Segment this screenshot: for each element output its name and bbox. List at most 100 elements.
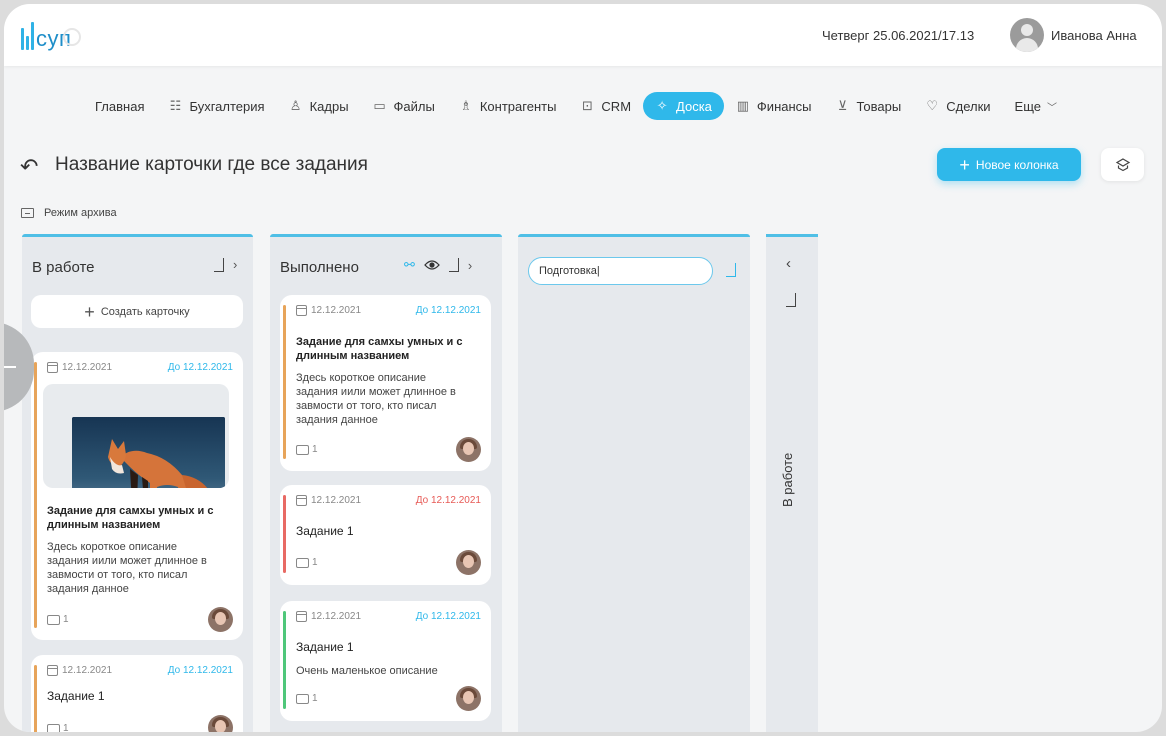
nav-item-files[interactable]: ▭ Файлы bbox=[361, 92, 447, 120]
comment-icon bbox=[47, 614, 60, 625]
priority-stripe bbox=[283, 305, 286, 459]
calendar-icon bbox=[296, 611, 307, 622]
card-due-date: До 12.12.2021 bbox=[415, 305, 481, 316]
nav-label: Бухгалтерия bbox=[189, 98, 265, 114]
nav-label: Доска bbox=[676, 98, 712, 114]
fox-photo bbox=[72, 417, 225, 488]
nav-item-accounting[interactable]: ☷ Бухгалтерия bbox=[156, 92, 276, 120]
nav-item-deals[interactable]: ♡ Сделки bbox=[913, 92, 1002, 120]
card-due-date: До 12.12.2021 bbox=[167, 665, 233, 676]
card-date: 12.12.2021 bbox=[296, 305, 361, 316]
card-comments[interactable]: 1 bbox=[296, 557, 318, 568]
column-collapsed[interactable]: ‹ В работе bbox=[766, 234, 818, 732]
card-description: Здесь короткое описание задания иили може… bbox=[47, 541, 207, 595]
crm-icon: ⊡ bbox=[581, 98, 593, 113]
column-in-progress: В работе › + Создать карточку 12.12.2021… bbox=[22, 234, 253, 732]
back-arrow-icon[interactable]: ↶ bbox=[20, 154, 38, 180]
column-name-input[interactable]: Подготовка| bbox=[528, 257, 713, 285]
card-comments[interactable]: 1 bbox=[296, 444, 318, 455]
chevron-down-icon: ﹀ bbox=[1047, 102, 1057, 114]
user-name[interactable]: Иванова Анна bbox=[1051, 28, 1137, 43]
column-tools: › bbox=[214, 257, 237, 272]
calendar-icon bbox=[296, 305, 307, 316]
card-comments[interactable]: 1 bbox=[47, 723, 69, 732]
person-icon: ♙ bbox=[289, 98, 302, 113]
task-card[interactable]: 12.12.2021 До 12.12.2021 Задание для сам… bbox=[31, 352, 243, 640]
create-card-button[interactable]: + Создать карточку bbox=[31, 295, 243, 328]
contractor-icon: ♗ bbox=[460, 98, 472, 113]
new-column-label: Новое колонка bbox=[975, 157, 1059, 172]
nav-label: Товары bbox=[856, 98, 902, 114]
archive-mode-toggle[interactable]: Режим архива bbox=[21, 207, 117, 219]
assignee-avatar[interactable] bbox=[208, 607, 233, 632]
nav-label: Финансы bbox=[756, 98, 812, 114]
column-done: Выполнено ⚯ › 12.12.2021 До 12.12.2021 З… bbox=[270, 234, 502, 732]
calendar-icon bbox=[296, 495, 307, 506]
archive-box-icon bbox=[21, 208, 34, 218]
priority-stripe bbox=[283, 495, 286, 573]
task-card[interactable]: 12.12.2021 До 12.12.2021 Задание 1 1 bbox=[280, 485, 491, 585]
top-bar: суп Четверг 25.06.2021/17.13 Иванова Анн… bbox=[4, 4, 1162, 66]
logo[interactable]: суп bbox=[21, 22, 82, 50]
card-date: 12.12.2021 bbox=[296, 495, 361, 506]
nav-item-home[interactable]: Главная bbox=[62, 92, 156, 120]
assignee-avatar[interactable] bbox=[456, 686, 481, 711]
nav-label: Файлы bbox=[393, 98, 435, 114]
card-date: 12.12.2021 bbox=[47, 665, 112, 676]
priority-stripe bbox=[34, 362, 37, 628]
pin-icon[interactable] bbox=[726, 263, 736, 277]
card-title: Задание 1 bbox=[47, 689, 105, 703]
nav-label: Контрагенты bbox=[479, 98, 557, 114]
link-icon[interactable]: ⚯ bbox=[404, 257, 415, 273]
column-title: В работе bbox=[32, 259, 95, 276]
ledger-icon: ☷ bbox=[169, 98, 182, 113]
card-comments[interactable]: 1 bbox=[47, 614, 69, 625]
card-image-frame bbox=[43, 384, 229, 488]
assignee-avatar[interactable] bbox=[208, 715, 233, 732]
task-card[interactable]: 12.12.2021 До 12.12.2021 Задание 1 Очень… bbox=[280, 601, 491, 721]
nav-item-staff[interactable]: ♙ Кадры bbox=[277, 92, 361, 120]
chevron-left-icon[interactable]: ‹ bbox=[786, 255, 791, 272]
nav-item-contractors[interactable]: ♗ Контрагенты bbox=[447, 92, 569, 120]
card-comments[interactable]: 1 bbox=[296, 693, 318, 704]
create-card-label: Создать карточку bbox=[100, 305, 190, 318]
card-date: 12.12.2021 bbox=[47, 362, 112, 373]
layers-icon bbox=[1115, 157, 1130, 171]
assignee-avatar[interactable] bbox=[456, 550, 481, 575]
user-avatar[interactable] bbox=[1010, 18, 1044, 52]
pin-icon: ✧ bbox=[656, 98, 668, 113]
card-due-date: До 12.12.2021 bbox=[415, 495, 481, 506]
pin-icon[interactable] bbox=[448, 258, 459, 272]
card-title: Задание 1 bbox=[296, 640, 354, 654]
card-description: Очень маленькое описание bbox=[296, 665, 438, 677]
new-column-button[interactable]: + Новое колонка bbox=[937, 148, 1081, 181]
nav-item-board[interactable]: ✧ Доска bbox=[643, 92, 724, 120]
plus-icon: + bbox=[959, 154, 970, 175]
task-card[interactable]: 12.12.2021 До 12.12.2021 Задание 1 1 bbox=[31, 655, 243, 732]
app-window: суп Четверг 25.06.2021/17.13 Иванова Анн… bbox=[4, 4, 1162, 732]
layers-button[interactable] bbox=[1101, 148, 1144, 181]
card-due-date: До 12.12.2021 bbox=[415, 611, 481, 622]
pin-icon[interactable] bbox=[786, 293, 796, 307]
nav-item-finance[interactable]: ▥ Финансы bbox=[724, 92, 824, 120]
nav-item-goods[interactable]: ⊻ Товары bbox=[824, 92, 914, 120]
assignee-avatar[interactable] bbox=[456, 437, 481, 462]
card-description: Здесь короткое описание задания иили може… bbox=[296, 372, 456, 426]
card-date: 12.12.2021 bbox=[296, 611, 361, 622]
plus-icon: + bbox=[84, 301, 95, 322]
nav-label: Еще bbox=[1014, 98, 1041, 114]
task-card[interactable]: 12.12.2021 До 12.12.2021 Задание для сам… bbox=[280, 295, 491, 471]
card-title: Задание для самхы умных и с длинным назва… bbox=[296, 336, 463, 362]
chevron-right-icon[interactable]: › bbox=[468, 258, 472, 273]
cart-icon: ⊻ bbox=[837, 98, 848, 113]
calendar-icon bbox=[47, 665, 58, 676]
chevron-right-icon[interactable]: › bbox=[233, 257, 237, 272]
priority-stripe bbox=[34, 665, 37, 732]
nav-item-more[interactable]: Еще ﹀ bbox=[1003, 92, 1069, 120]
pin-icon[interactable] bbox=[214, 257, 224, 272]
nav-label: Главная bbox=[95, 98, 145, 114]
eye-icon[interactable] bbox=[424, 259, 440, 271]
card-title: Задание для самхы умных и с длинным назва… bbox=[47, 505, 214, 531]
nav-item-crm[interactable]: ⊡ CRM bbox=[568, 92, 643, 120]
logo-circle-icon bbox=[63, 28, 82, 46]
